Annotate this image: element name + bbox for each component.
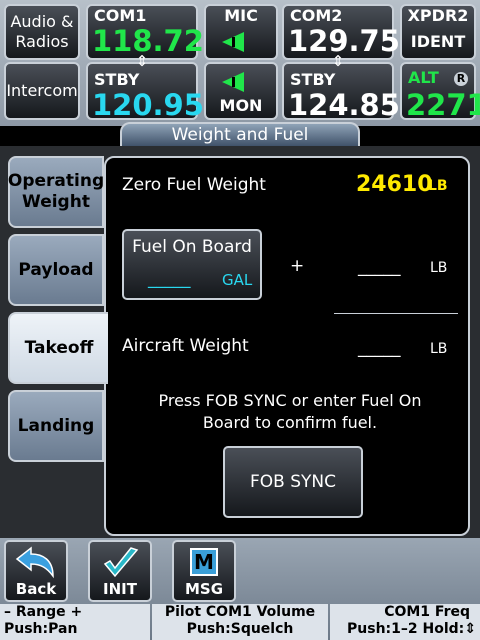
- com2-standby-label: STBY: [290, 70, 336, 89]
- help-right: COM1 Freq Push:1–2 Hold:⇕: [330, 604, 480, 640]
- instruction-text: Press FOB SYNC or enter Fuel On Board to …: [158, 391, 422, 432]
- xpdr-mode: IDENT: [410, 32, 466, 51]
- mon-button[interactable]: MON: [204, 62, 278, 120]
- tab-operating-weight-label: Operating Weight: [7, 171, 105, 212]
- audio-line2: Radios: [15, 32, 69, 51]
- init-button[interactable]: INIT: [88, 540, 152, 602]
- help-left: – Range + Push:Pan: [0, 604, 150, 640]
- mic-label: MIC: [224, 6, 258, 25]
- intercom-label: Intercom: [6, 81, 78, 100]
- sum-divider: [334, 313, 458, 314]
- com2-label: COM2: [290, 6, 343, 25]
- squawk-code: 2271: [406, 88, 480, 122]
- audio-radios-label: Audio & Radios: [6, 12, 78, 52]
- zero-fuel-weight-value: 24610: [356, 172, 433, 197]
- plus-sign: +: [290, 256, 305, 276]
- fuel-on-board-unit: GAL: [222, 271, 253, 289]
- mic-indicator-icon: [222, 32, 244, 52]
- checkmark-icon: [103, 547, 139, 578]
- fob-sync-label: FOB SYNC: [250, 472, 336, 492]
- xpdr-code-button[interactable]: ALT R 2271: [400, 62, 480, 122]
- message-icon: M: [190, 548, 218, 576]
- zero-fuel-weight-label: Zero Fuel Weight: [122, 175, 266, 195]
- tab-landing-label: Landing: [17, 415, 95, 436]
- aircraft-weight-value: _____: [358, 338, 401, 358]
- fuel-weight-value: _____: [358, 257, 401, 277]
- zero-fuel-weight-unit: LB: [428, 178, 448, 194]
- init-label: INIT: [103, 580, 137, 598]
- page-title: Weight and Fuel: [120, 122, 360, 146]
- fuel-on-board-value: _____: [148, 269, 191, 289]
- tab-takeoff-label: Takeoff: [24, 337, 94, 358]
- back-arrow-icon: [15, 546, 54, 579]
- audio-line1: Audio &: [10, 12, 74, 31]
- tab-takeoff[interactable]: Takeoff: [8, 312, 108, 384]
- back-button[interactable]: Back: [4, 540, 68, 602]
- mon-indicator-icon: [222, 72, 244, 92]
- com1-swap-icon[interactable]: ⇕: [134, 52, 150, 70]
- reply-badge-icon: R: [454, 72, 468, 86]
- tab-landing[interactable]: Landing: [8, 390, 104, 462]
- com1-standby-button[interactable]: STBY 120.95: [86, 62, 204, 122]
- com2-standby-frequency: 124.85: [288, 88, 400, 122]
- alt-mode-label: ALT: [408, 68, 439, 87]
- aircraft-weight-unit: LB: [430, 341, 448, 357]
- aircraft-weight-label: Aircraft Weight: [122, 336, 249, 356]
- tab-payload[interactable]: Payload: [8, 234, 104, 306]
- fuel-on-board-label: Fuel On Board: [132, 237, 252, 257]
- msg-button[interactable]: M MSG: [172, 540, 236, 602]
- mic-button[interactable]: MIC: [204, 4, 278, 60]
- com1-standby-frequency: 120.95: [92, 88, 204, 122]
- com1-standby-label: STBY: [94, 70, 140, 89]
- com2-swap-icon[interactable]: ⇕: [330, 52, 346, 70]
- fuel-on-board-button[interactable]: Fuel On Board _____ GAL: [122, 229, 262, 300]
- help-center: Pilot COM1 Volume Push:Squelch: [152, 604, 328, 640]
- intercom-button[interactable]: Intercom: [4, 62, 80, 120]
- mon-label: MON: [219, 96, 263, 115]
- xpdr-ident-button[interactable]: XPDR2 IDENT: [400, 4, 476, 60]
- msg-label: MSG: [184, 580, 224, 598]
- fob-sync-button[interactable]: FOB SYNC: [223, 446, 363, 518]
- xpdr-label: XPDR2: [407, 6, 469, 25]
- back-label: Back: [15, 580, 57, 598]
- fuel-weight-unit: LB: [430, 260, 448, 276]
- com1-label: COM1: [94, 6, 147, 25]
- com2-standby-button[interactable]: STBY 124.85: [282, 62, 400, 122]
- tab-payload-label: Payload: [18, 259, 94, 280]
- audio-radios-button[interactable]: Audio & Radios: [4, 4, 80, 60]
- page-title-text: Weight and Fuel: [171, 125, 309, 145]
- tab-operating-weight[interactable]: Operating Weight: [8, 156, 104, 228]
